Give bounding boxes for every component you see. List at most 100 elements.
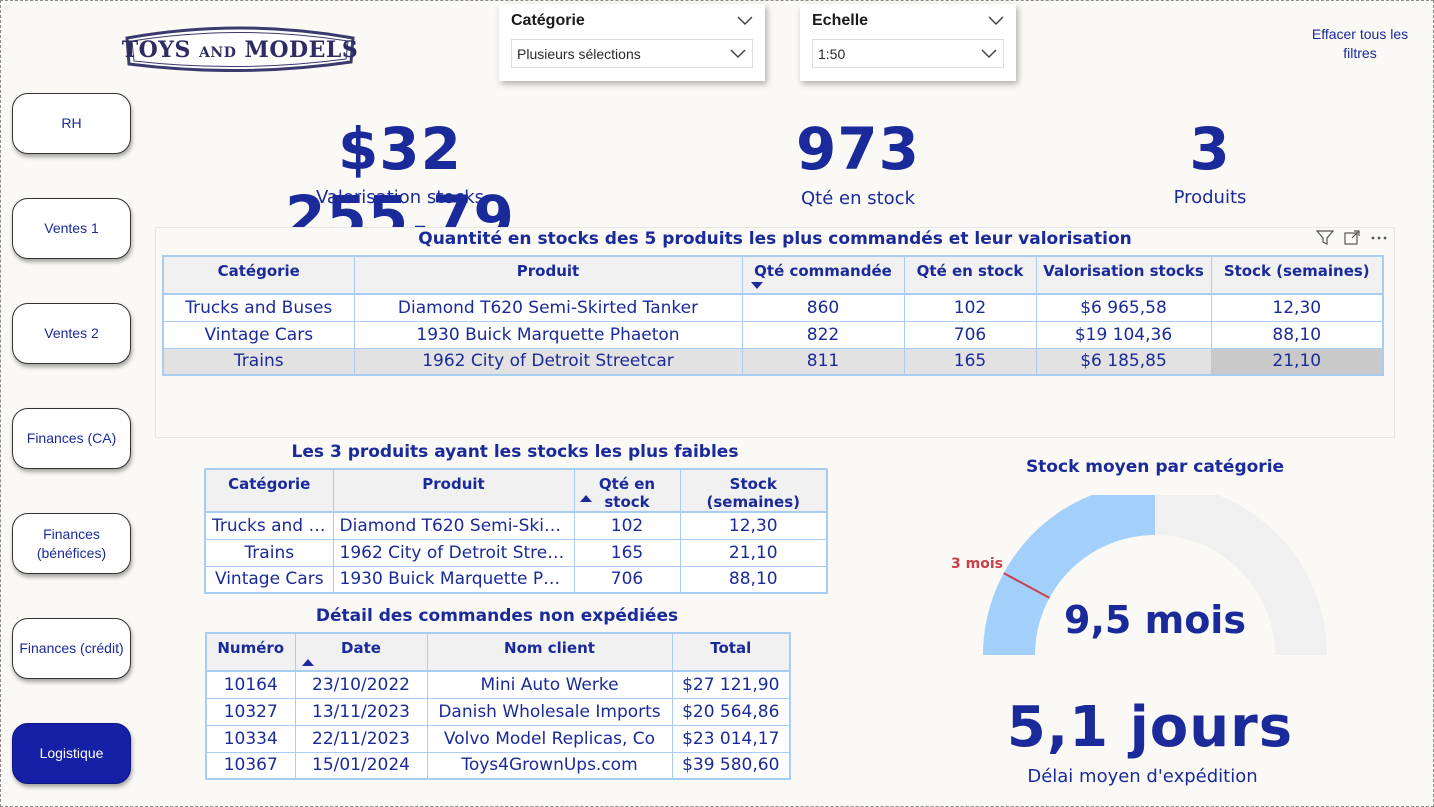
nav-label: Ventes 1 xyxy=(44,220,99,237)
nav-label: Finances (CA) xyxy=(26,430,117,447)
cell: 10164 xyxy=(206,671,296,699)
column-header-date[interactable]: Date xyxy=(295,633,428,672)
table-row[interactable]: 10164 23/10/2022 Mini Auto Werke $27 121… xyxy=(206,671,791,699)
column-header-stock-semaines[interactable]: Stock (semaines) xyxy=(1211,256,1384,295)
table-row[interactable]: Trains 1962 City of Detroit Street... 16… xyxy=(205,539,828,567)
cell: 12,30 xyxy=(1211,294,1384,322)
shipping-delay-label: Délai moyen d'expédition xyxy=(1027,766,1258,787)
table-row[interactable]: 10334 22/11/2023 Volvo Model Replicas, C… xyxy=(206,725,791,753)
column-header-produit[interactable]: Produit xyxy=(333,469,575,513)
cell: 88,10 xyxy=(680,566,828,594)
visual-header-icons xyxy=(1316,230,1388,246)
nav-label: Finances (crédit) xyxy=(19,640,124,657)
toys-and-models-logo: TOYS AND MODELS xyxy=(121,24,359,73)
products-kpi: 3 xyxy=(1189,115,1231,183)
table-row[interactable]: Trucks and Buses Diamond T620 Semi-Skirt… xyxy=(163,294,1384,322)
cell: Volvo Model Replicas, Co xyxy=(427,725,673,753)
gauge-target-label: 3 mois xyxy=(951,556,1003,572)
column-header-total[interactable]: Total xyxy=(672,633,791,672)
column-header-qte-en-stock[interactable]: Qté en stock xyxy=(574,469,681,513)
scale-dropdown[interactable]: 1:50 xyxy=(812,39,1004,68)
gauge-value: 9,5 mois xyxy=(1064,598,1246,642)
cell: Mini Auto Werke xyxy=(427,671,673,699)
cell: 21,10 xyxy=(680,539,828,567)
cell: Diamond T620 Semi-Skirte... xyxy=(333,512,575,540)
scale-slicer: Echelle 1:50 xyxy=(800,4,1016,81)
cell: $27 121,90 xyxy=(672,671,791,699)
chevron-down-icon[interactable] xyxy=(737,16,753,26)
gauge-title: Stock moyen par catégorie xyxy=(1025,457,1285,477)
cell: Vintage Cars xyxy=(163,321,355,349)
cell: Danish Wholesale Imports xyxy=(427,698,673,726)
cell: 15/01/2024 xyxy=(295,752,428,780)
nav-button-finances-credit[interactable]: Finances (crédit) xyxy=(12,618,131,679)
column-header-produit[interactable]: Produit xyxy=(354,256,743,295)
category-slicer: Catégorie Plusieurs sélections xyxy=(499,4,765,81)
table-row[interactable]: Trucks and B... Diamond T620 Semi-Skirte… xyxy=(205,512,828,540)
chevron-down-icon xyxy=(730,48,746,58)
focus-mode-icon[interactable] xyxy=(1344,230,1360,246)
cell: $6 185,85 xyxy=(1036,348,1212,376)
cell: 1962 City of Detroit Street... xyxy=(333,539,575,567)
cell: $20 564,86 xyxy=(672,698,791,726)
filter-icon[interactable] xyxy=(1316,230,1334,246)
category-slicer-title: Catégorie xyxy=(511,12,585,29)
cell: $39 580,60 xyxy=(672,752,791,780)
low-stock-title: Les 3 produits ayant les stocks les plus… xyxy=(291,442,739,462)
clear-all-filters-button[interactable]: Effacer tous les filtres xyxy=(1296,25,1424,63)
sort-ascending-icon xyxy=(301,659,314,666)
top-ordered-table: Catégorie Produit Qté commandée Qté en s… xyxy=(162,255,1384,376)
nav-button-rh[interactable]: RH xyxy=(12,93,131,154)
column-header-qte-en-stock[interactable]: Qté en stock xyxy=(904,256,1037,295)
nav-button-logistique[interactable]: Logistique xyxy=(12,723,131,784)
column-header-numero[interactable]: Numéro xyxy=(206,633,296,672)
table-row[interactable]: 10327 13/11/2023 Danish Wholesale Import… xyxy=(206,698,791,726)
cell: 822 xyxy=(742,321,905,349)
column-header-stock-semaines[interactable]: Stock (semaines) xyxy=(680,469,828,513)
category-dropdown[interactable]: Plusieurs sélections xyxy=(511,39,753,68)
table-row[interactable]: Vintage Cars 1930 Buick Marquette Pha...… xyxy=(205,566,828,594)
scale-slicer-title: Echelle xyxy=(812,12,869,29)
cell: 1930 Buick Marquette Pha... xyxy=(333,566,575,594)
unshipped-orders-table: Numéro Date Nom client Total 10164 23/10… xyxy=(205,632,791,780)
chevron-down-icon[interactable] xyxy=(988,16,1004,26)
cell: Diamond T620 Semi-Skirted Tanker xyxy=(354,294,743,322)
nav-button-ventes-2[interactable]: Ventes 2 xyxy=(12,303,131,364)
cell: Trucks and B... xyxy=(205,512,334,540)
qty-stock-kpi: 973 xyxy=(795,115,921,183)
column-header-nom-client[interactable]: Nom client xyxy=(427,633,673,672)
qty-stock-label: Qté en stock xyxy=(801,188,915,209)
table-row[interactable]: 10367 15/01/2024 Toys4GrownUps.com $39 5… xyxy=(206,752,791,780)
cell: 102 xyxy=(904,294,1037,322)
nav-button-finances-benefices[interactable]: Finances (bénéfices) xyxy=(12,513,131,574)
cell: $19 104,36 xyxy=(1036,321,1212,349)
more-options-icon[interactable] xyxy=(1370,230,1388,246)
cell: $6 965,58 xyxy=(1036,294,1212,322)
cell: 12,30 xyxy=(680,512,828,540)
category-dropdown-value: Plusieurs sélections xyxy=(517,45,641,62)
cell: 10367 xyxy=(206,752,296,780)
svg-text:TOYS AND MODELS: TOYS AND MODELS xyxy=(122,37,359,63)
column-header-qte-commandee[interactable]: Qté commandée xyxy=(742,256,905,295)
nav-label: Logistique xyxy=(39,745,104,762)
stock-value-label: Valorisation stocks xyxy=(315,187,485,208)
cell: 23/10/2022 xyxy=(295,671,428,699)
column-header-categorie[interactable]: Catégorie xyxy=(163,256,355,295)
table-row-selected[interactable]: Trains 1962 City of Detroit Streetcar 81… xyxy=(163,348,1384,376)
column-header-label: Qté en stock xyxy=(598,475,656,511)
nav-button-ventes-1[interactable]: Ventes 1 xyxy=(12,198,131,259)
column-header-valorisation[interactable]: Valorisation stocks xyxy=(1036,256,1212,295)
cell: 13/11/2023 xyxy=(295,698,428,726)
cell: 165 xyxy=(574,539,681,567)
products-label: Produits xyxy=(1173,187,1247,208)
cell: 706 xyxy=(904,321,1037,349)
scale-dropdown-value: 1:50 xyxy=(818,45,846,62)
column-header-categorie[interactable]: Catégorie xyxy=(205,469,334,513)
column-header-label: Qté commandée xyxy=(754,262,892,280)
table-row[interactable]: Vintage Cars 1930 Buick Marquette Phaeto… xyxy=(163,321,1384,349)
column-header-label: Date xyxy=(341,639,381,657)
cell: 10327 xyxy=(206,698,296,726)
chevron-down-icon xyxy=(981,48,997,58)
nav-button-finances-ca[interactable]: Finances (CA) xyxy=(12,408,131,469)
nav-label: Finances (bénéfices) xyxy=(36,526,107,561)
